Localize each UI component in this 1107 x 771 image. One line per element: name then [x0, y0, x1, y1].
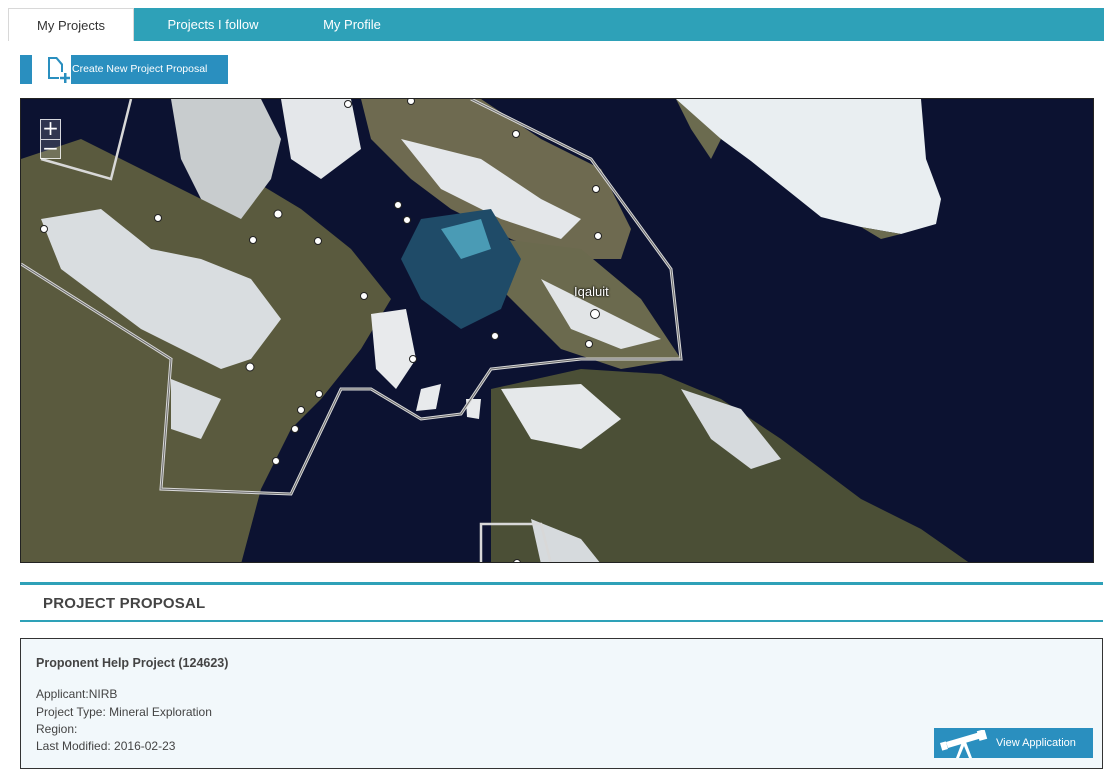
- new-document-icon: [45, 55, 71, 84]
- tab-my-profile[interactable]: My Profile: [292, 8, 412, 41]
- project-type: Project Type: Mineral Exploration: [36, 705, 212, 719]
- tab-projects-i-follow[interactable]: Projects I follow: [134, 8, 292, 41]
- section-divider-top: [20, 582, 1103, 585]
- project-card: Proponent Help Project (124623) Applican…: [20, 638, 1103, 769]
- create-project-label: Create New Project Proposal: [72, 63, 208, 75]
- map-city-label: Iqaluit: [574, 284, 609, 299]
- project-region: Region:: [36, 722, 78, 736]
- section-title: PROJECT PROPOSAL: [43, 595, 206, 612]
- project-last-modified: Last Modified: 2016-02-23: [36, 739, 176, 753]
- section-divider-bottom: [20, 620, 1103, 622]
- zoom-out-button[interactable]: −: [41, 138, 60, 158]
- project-title: Proponent Help Project (124623): [36, 656, 229, 670]
- button-stripe: [20, 55, 46, 84]
- map-imagery: [21, 99, 1093, 562]
- zoom-control: + −: [40, 118, 61, 159]
- tab-my-projects[interactable]: My Projects: [8, 8, 134, 41]
- telescope-icon: [940, 730, 988, 758]
- project-applicant: Applicant:NIRB: [36, 687, 118, 701]
- view-application-button[interactable]: View Application: [934, 728, 1093, 758]
- satellite-map[interactable]: + − Iqaluit: [20, 98, 1094, 563]
- create-project-button[interactable]: Create New Project Proposal: [20, 55, 228, 84]
- view-application-label: View Application: [996, 737, 1076, 749]
- tab-bar: My Projects Projects I follow My Profile: [8, 8, 1104, 41]
